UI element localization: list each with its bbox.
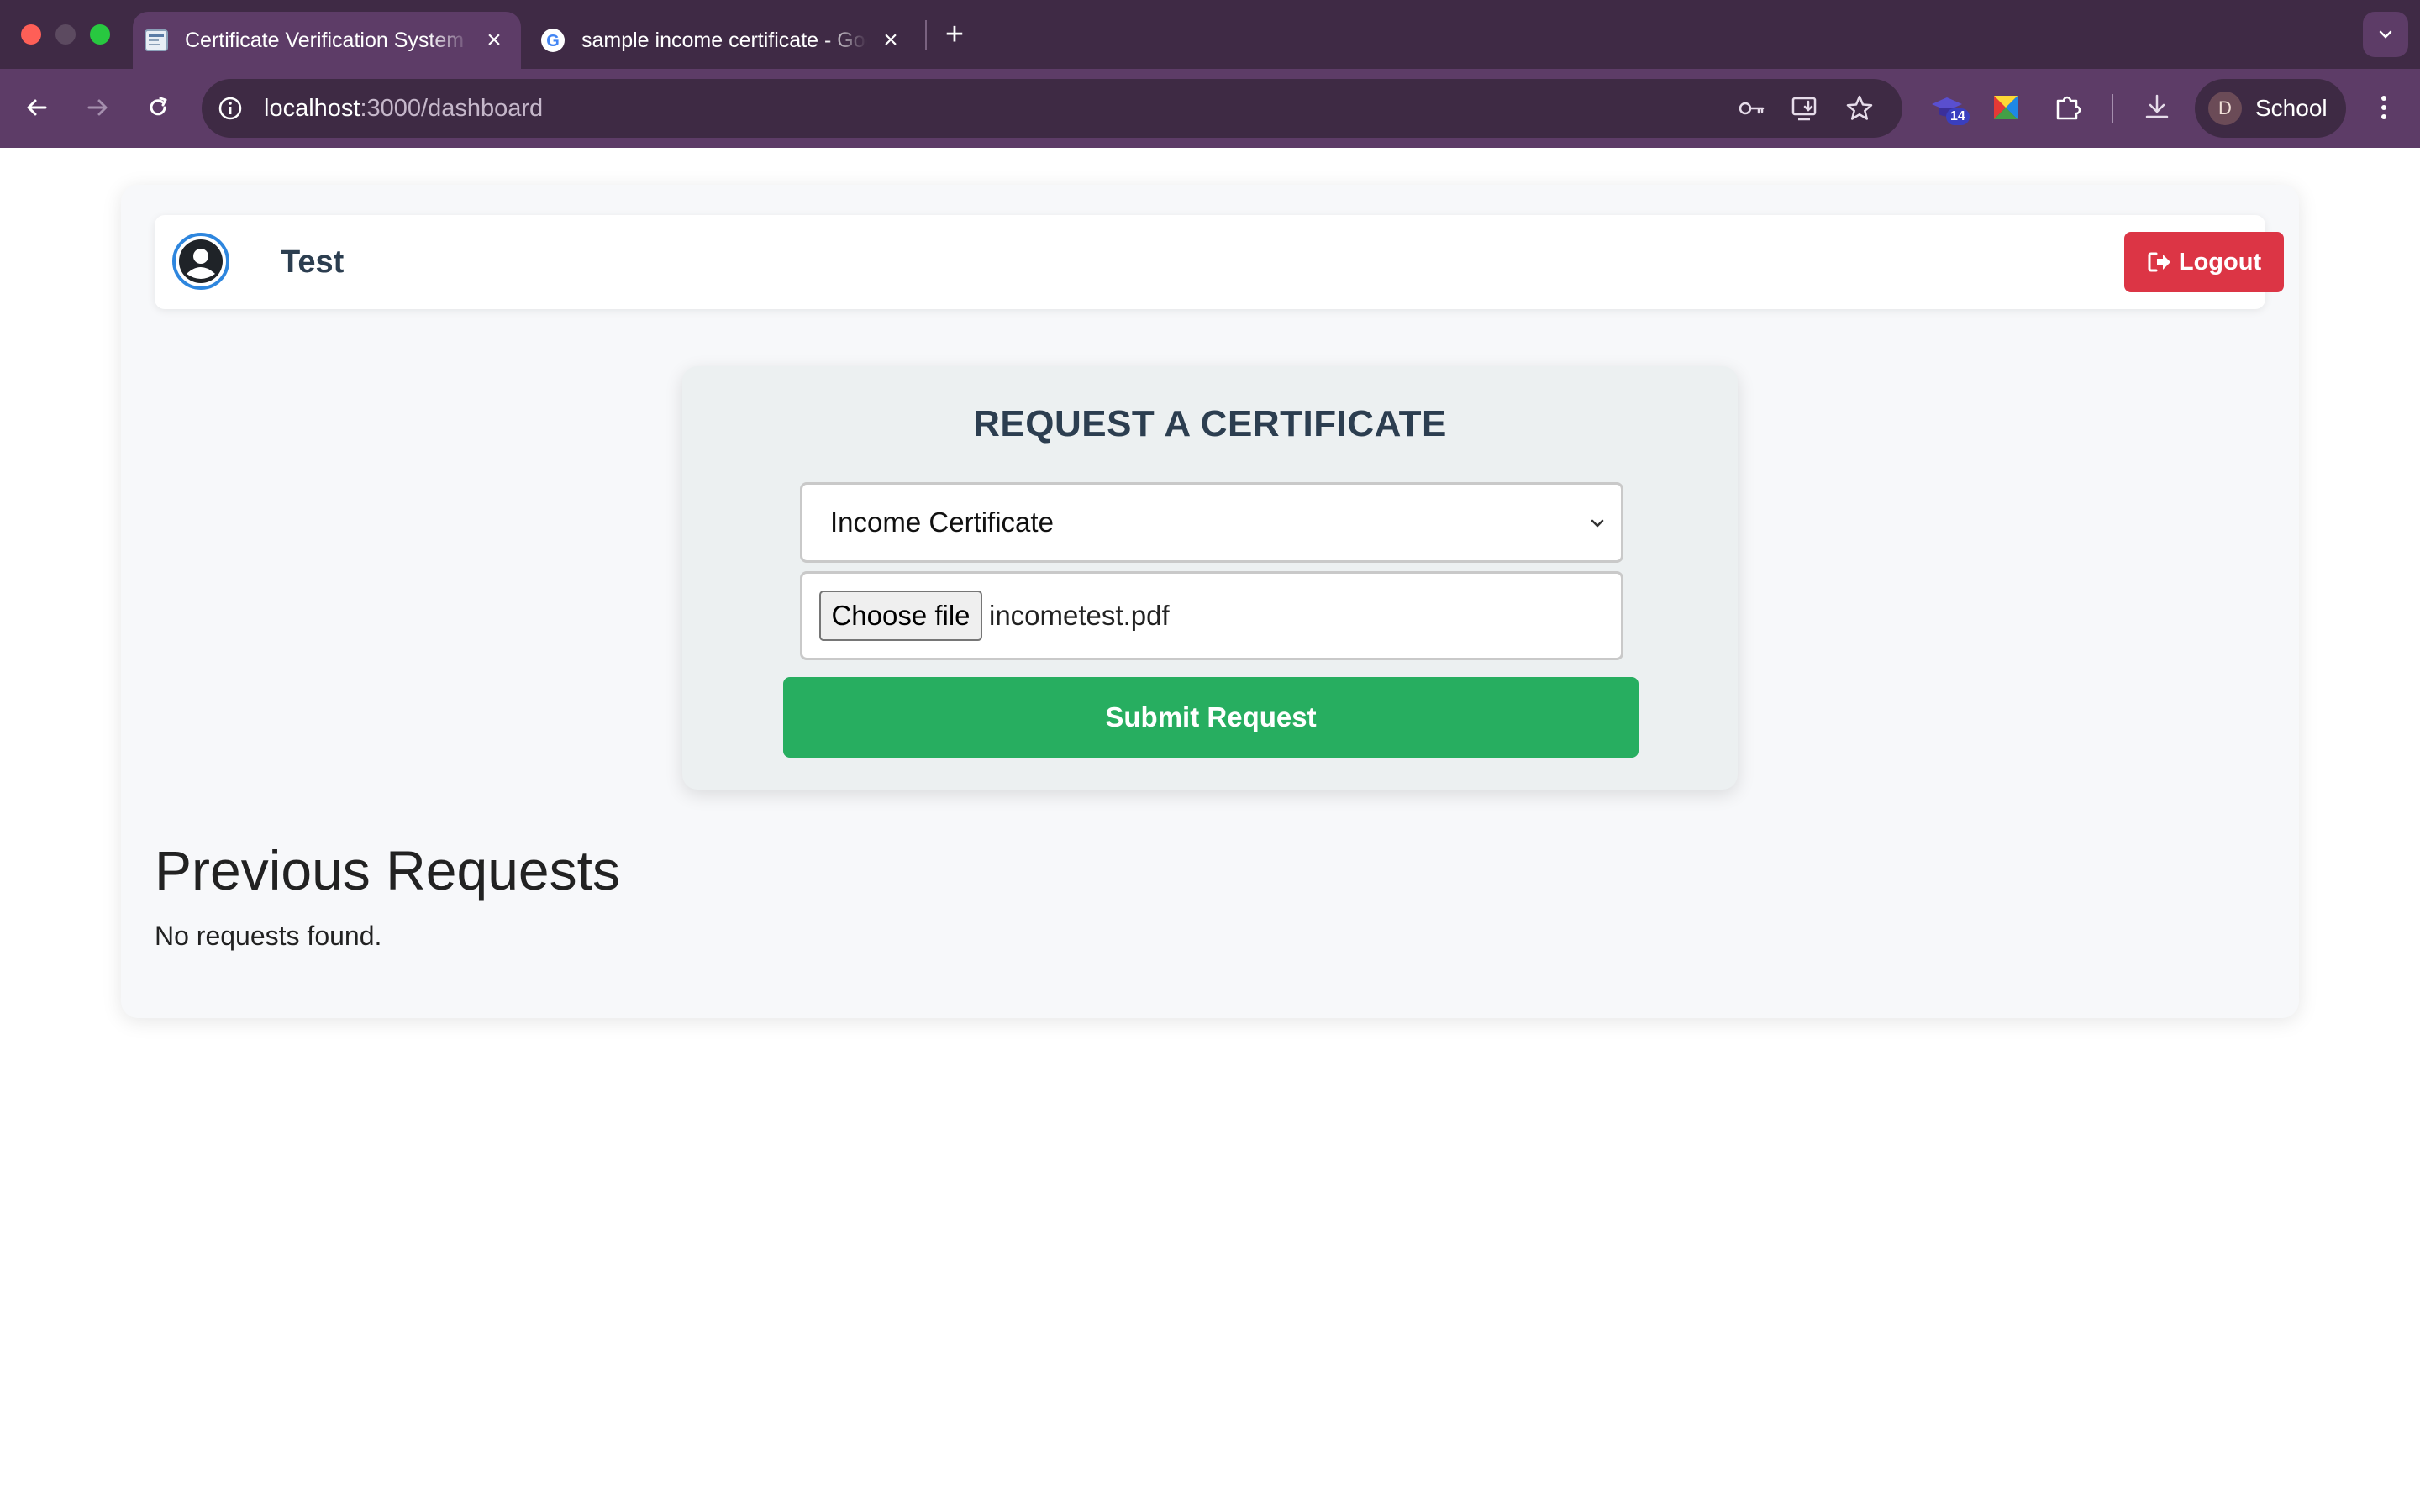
user-name: Test (281, 244, 345, 280)
card-title: REQUEST A CERTIFICATE (973, 403, 1447, 444)
password-key-icon[interactable] (1736, 93, 1766, 123)
no-requests-message: No requests found. (155, 921, 382, 951)
choose-file-button[interactable]: Choose file (819, 591, 982, 641)
bookmark-star-icon[interactable] (1844, 93, 1875, 123)
browser-menu-icon[interactable] (2365, 88, 2403, 127)
google-icon: G (539, 27, 566, 54)
reload-icon (150, 97, 167, 116)
logout-button[interactable]: Logout (2124, 232, 2284, 292)
logout-label: Logout (2178, 248, 2262, 276)
sign-out-icon (2148, 252, 2170, 272)
tab-google-search[interactable]: G sample income certificate - Google Sea… (529, 12, 916, 69)
close-window-button[interactable] (21, 24, 41, 45)
dashboard-navbar: Test Logout (155, 215, 2284, 309)
tab-search-button[interactable] (2363, 12, 2408, 57)
extension-colorful-icon[interactable] (1986, 88, 2025, 127)
tab-certificate-verification[interactable]: Certificate Verification System × (133, 12, 521, 69)
site-info-icon[interactable] (215, 93, 245, 123)
back-button[interactable] (17, 87, 57, 128)
extension-graduation-icon[interactable]: 14 (1928, 88, 1970, 127)
minimize-window-button[interactable] (55, 24, 76, 45)
selected-file-name: incometest.pdf (989, 600, 1170, 631)
submit-request-button[interactable]: Submit Request (783, 677, 1639, 758)
request-certificate-card: REQUEST A CERTIFICATE Income Certificate… (682, 366, 1738, 790)
forward-button[interactable] (77, 87, 118, 128)
browser-tab-strip: Certificate Verification System × G samp… (0, 0, 2420, 69)
tab-title: sample income certificate - Google Searc… (581, 28, 867, 52)
browser-toolbar: localhost:3000/dashboard 14 D School (0, 69, 2420, 148)
profile-avatar: D (2208, 92, 2242, 125)
url-host: localhost (264, 95, 360, 122)
url-path: :3000/dashboard (360, 95, 544, 122)
svg-text:G: G (546, 32, 560, 50)
certificate-type-select[interactable]: Income Certificate (800, 482, 1623, 563)
new-tab-button[interactable]: + (939, 17, 970, 52)
profile-button[interactable]: D School (2195, 79, 2346, 138)
extensions-puzzle-icon[interactable] (2049, 88, 2087, 127)
tab-title: Certificate Verification System (185, 28, 465, 52)
file-upload-field[interactable]: Choose file incometest.pdf (800, 571, 1623, 660)
install-app-icon[interactable] (1790, 93, 1820, 123)
profile-name: School (2255, 95, 2328, 121)
tab-divider (925, 20, 927, 50)
close-icon[interactable]: × (479, 25, 509, 55)
chevron-down-icon (1591, 519, 1604, 528)
downloads-icon[interactable] (2138, 88, 2176, 127)
page-viewport: Test Logout REQUEST A CERTIFICATE Income… (0, 148, 2420, 1512)
extension-badge: 14 (1946, 108, 1970, 125)
previous-requests-heading: Previous Requests (155, 839, 620, 901)
user-avatar-icon (171, 232, 230, 291)
dashboard-container: Test Logout REQUEST A CERTIFICATE Income… (121, 185, 2299, 1018)
app-favicon-icon (143, 27, 170, 54)
arrow-left-icon (27, 99, 47, 116)
select-value: Income Certificate (830, 507, 1054, 538)
reload-button[interactable] (138, 87, 178, 128)
maximize-window-button[interactable] (90, 24, 110, 45)
arrow-right-icon (87, 99, 108, 116)
close-icon[interactable]: × (876, 25, 906, 55)
toolbar-divider (2112, 94, 2113, 123)
chevron-down-icon (2379, 30, 2392, 39)
address-bar[interactable]: localhost:3000/dashboard (202, 79, 1902, 138)
url-text[interactable]: localhost:3000/dashboard (264, 79, 543, 138)
